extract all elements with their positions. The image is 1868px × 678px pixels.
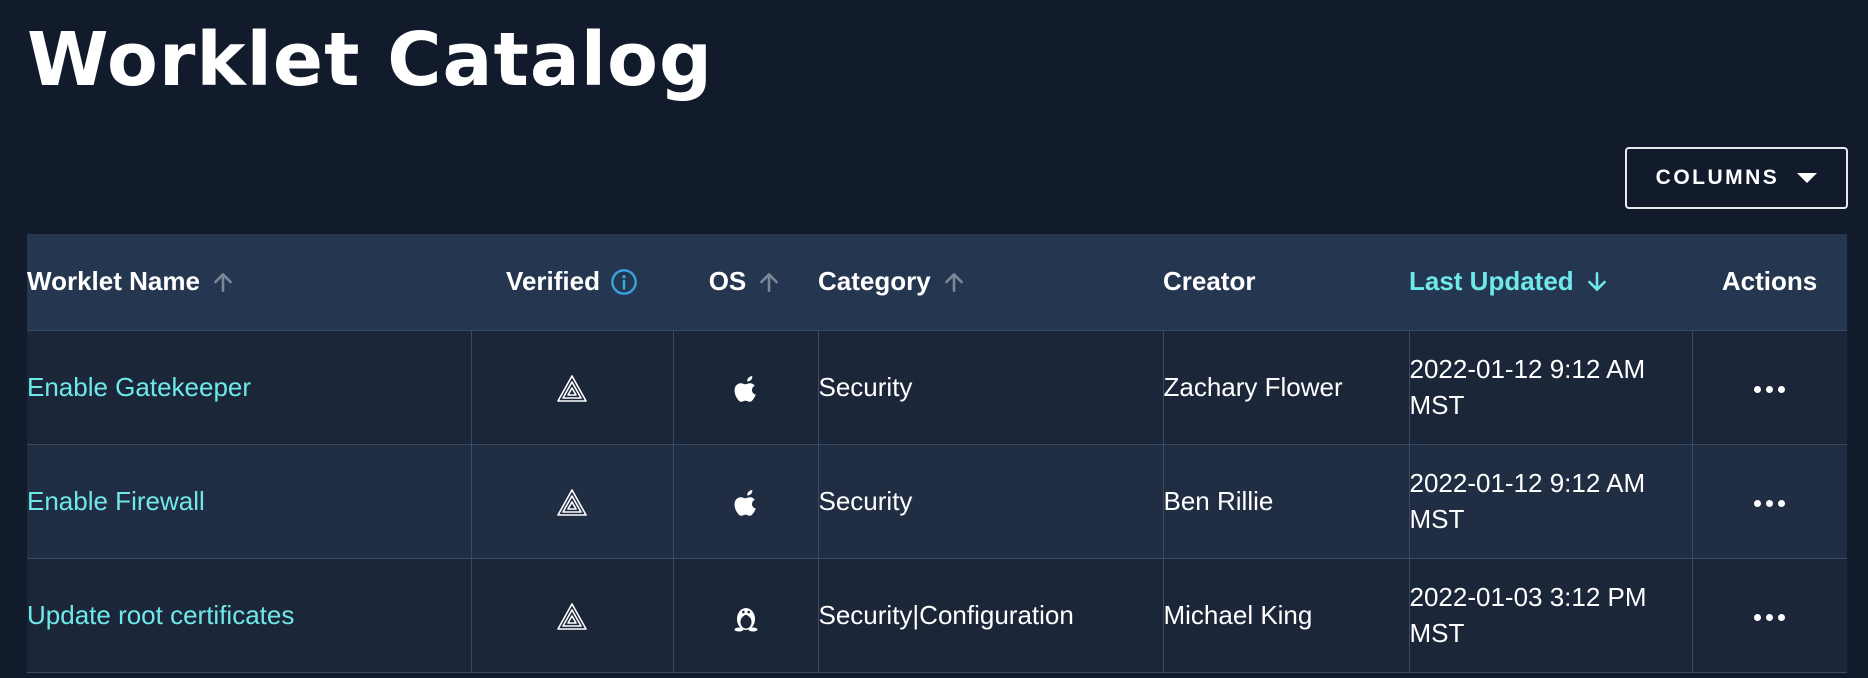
apple-icon: [734, 490, 756, 516]
sort-ascending-icon[interactable]: [210, 269, 236, 295]
column-header-label: OS: [708, 266, 747, 297]
table-row: Update root certificates Security|Config…: [27, 558, 1847, 673]
worklet-table: Worklet Name Verified OS Category Creato…: [27, 234, 1847, 673]
table-header-row: Worklet Name Verified OS Category Creato…: [27, 234, 1847, 331]
columns-dropdown-button[interactable]: COLUMNS: [1625, 147, 1848, 209]
category-text: Security: [818, 486, 913, 516]
column-header-label: Actions: [1721, 266, 1818, 297]
apple-icon: [734, 376, 756, 402]
column-header-worklet-name[interactable]: Worklet Name: [27, 234, 471, 331]
info-icon[interactable]: [610, 268, 638, 296]
last-updated-text: 2022-01-03 3:12 PM MST: [1409, 582, 1647, 648]
verified-badge-icon: [557, 603, 587, 630]
category-text: Security: [818, 372, 913, 402]
column-header-label: Creator: [1163, 266, 1256, 297]
column-header-os[interactable]: OS: [673, 234, 818, 331]
category-text: Security|Configuration: [818, 600, 1074, 630]
column-header-verified[interactable]: Verified: [471, 234, 673, 331]
more-icon[interactable]: [1754, 499, 1786, 507]
sort-ascending-icon[interactable]: [941, 269, 967, 295]
column-header-label: Worklet Name: [27, 266, 200, 297]
verified-badge-icon: [557, 489, 587, 516]
worklet-name-link[interactable]: Enable Firewall: [27, 486, 205, 516]
column-header-creator[interactable]: Creator: [1163, 234, 1409, 331]
worklet-name-link[interactable]: Enable Gatekeeper: [27, 372, 251, 402]
worklet-catalog-page: Worklet Catalog COLUMNS Worklet Name Ver…: [0, 0, 1868, 678]
columns-button-label: COLUMNS: [1655, 166, 1780, 189]
last-updated-text: 2022-01-12 9:12 AM MST: [1409, 354, 1646, 420]
more-icon[interactable]: [1754, 385, 1786, 393]
sort-descending-icon[interactable]: [1584, 269, 1610, 295]
column-header-last-updated[interactable]: Last Updated: [1409, 234, 1692, 331]
creator-text: Ben Rillie: [1163, 486, 1274, 516]
linux-icon: [734, 608, 757, 632]
page-title: Worklet Catalog: [27, 17, 713, 103]
last-updated-text: 2022-01-12 9:12 AM MST: [1409, 468, 1646, 534]
column-header-label: Verified: [506, 266, 600, 297]
column-header-category[interactable]: Category: [818, 234, 1163, 331]
column-header-label: Category: [818, 266, 931, 297]
table-row: Enable Firewall Security Ben Rillie 2022…: [27, 444, 1847, 559]
column-header-label: Last Updated: [1409, 266, 1574, 297]
sort-ascending-icon[interactable]: [756, 269, 782, 295]
table-row: Enable Gatekeeper Security Zachary Flowe…: [27, 330, 1847, 445]
worklet-name-link[interactable]: Update root certificates: [27, 600, 294, 630]
verified-badge-icon: [557, 375, 587, 402]
caret-down-icon: [1797, 173, 1818, 183]
column-header-actions: Actions: [1692, 234, 1847, 331]
creator-text: Michael King: [1163, 600, 1313, 630]
creator-text: Zachary Flower: [1163, 372, 1343, 402]
more-icon[interactable]: [1754, 613, 1786, 621]
